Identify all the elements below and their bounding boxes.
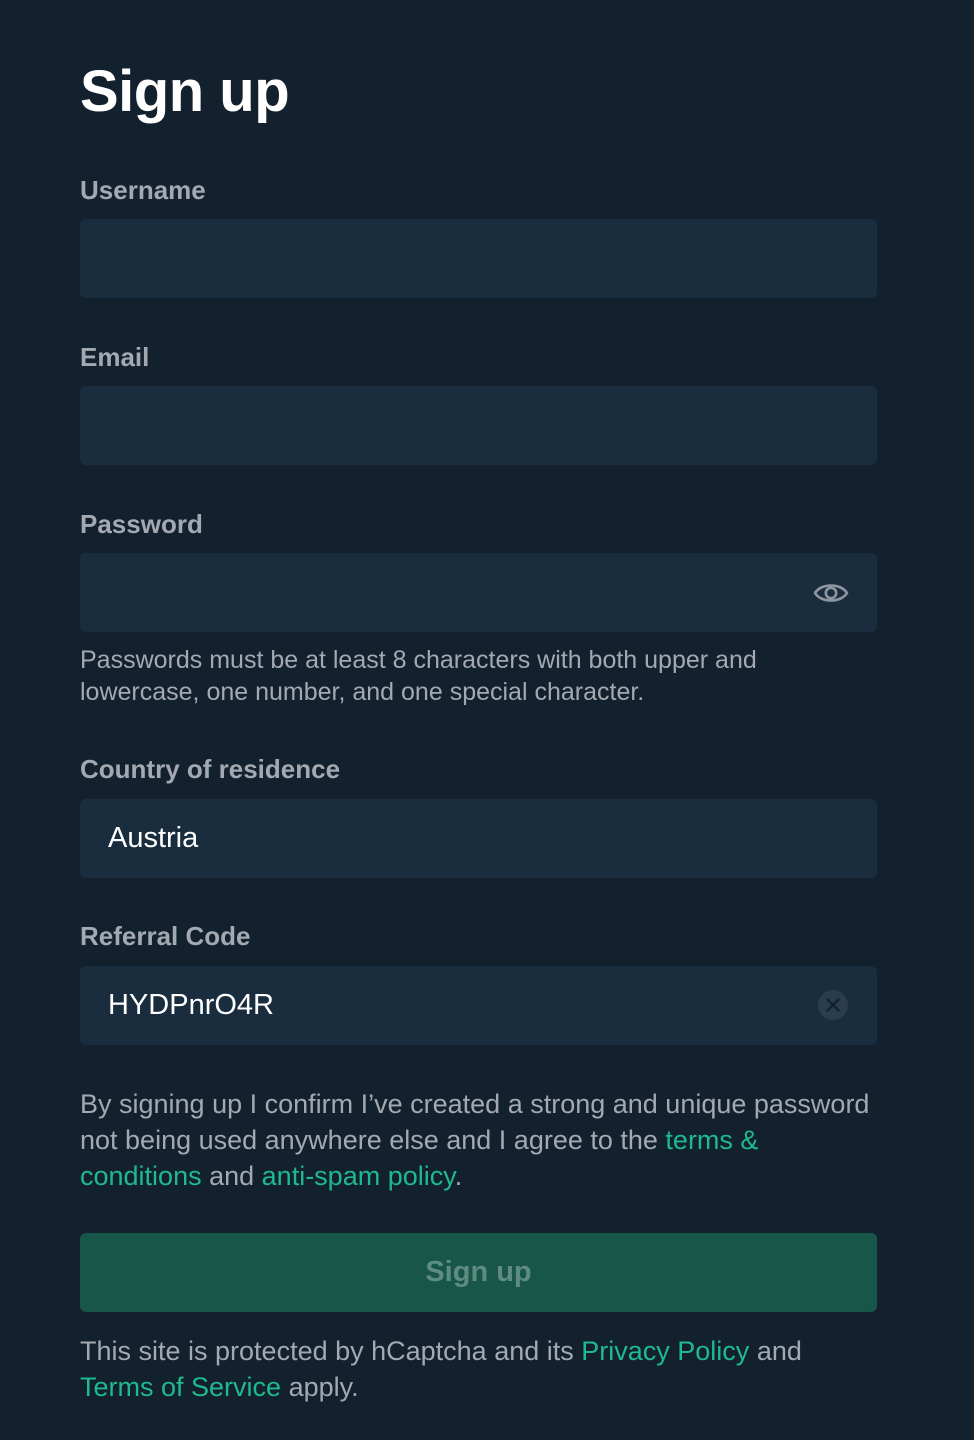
antispam-link[interactable]: anti-spam policy (262, 1161, 455, 1191)
country-value: Austria (108, 822, 199, 854)
privacy-policy-link[interactable]: Privacy Policy (581, 1336, 749, 1366)
eye-icon[interactable] (813, 577, 849, 609)
footer-text-3: apply. (281, 1372, 359, 1402)
clear-icon[interactable] (817, 989, 849, 1021)
signup-button[interactable]: Sign up (80, 1233, 877, 1312)
consent-text-2: and (201, 1161, 262, 1191)
consent-text: By signing up I confirm I’ve created a s… (80, 1086, 880, 1194)
referral-field[interactable]: HYDPnrO4R (80, 966, 877, 1045)
country-label: Country of residence (80, 754, 341, 784)
page-title: Sign up (80, 59, 290, 124)
captcha-notice: This site is protected by hCaptcha and i… (80, 1333, 880, 1405)
referral-value: HYDPnrO4R (108, 989, 274, 1021)
footer-text-1: This site is protected by hCaptcha and i… (80, 1336, 582, 1366)
consent-text-3: . (454, 1161, 463, 1191)
country-select[interactable]: Austria (80, 799, 877, 878)
email-label: Email (80, 342, 150, 372)
username-field[interactable] (80, 219, 877, 298)
footer-text-2: and (749, 1336, 802, 1366)
referral-label: Referral Code (80, 921, 251, 951)
email-field[interactable] (80, 386, 877, 465)
password-field[interactable] (80, 553, 877, 632)
password-label: Password (80, 509, 203, 539)
password-hint: Passwords must be at least 8 characters … (80, 646, 757, 706)
terms-of-service-link[interactable]: Terms of Service (80, 1372, 281, 1402)
username-label: Username (80, 175, 206, 205)
